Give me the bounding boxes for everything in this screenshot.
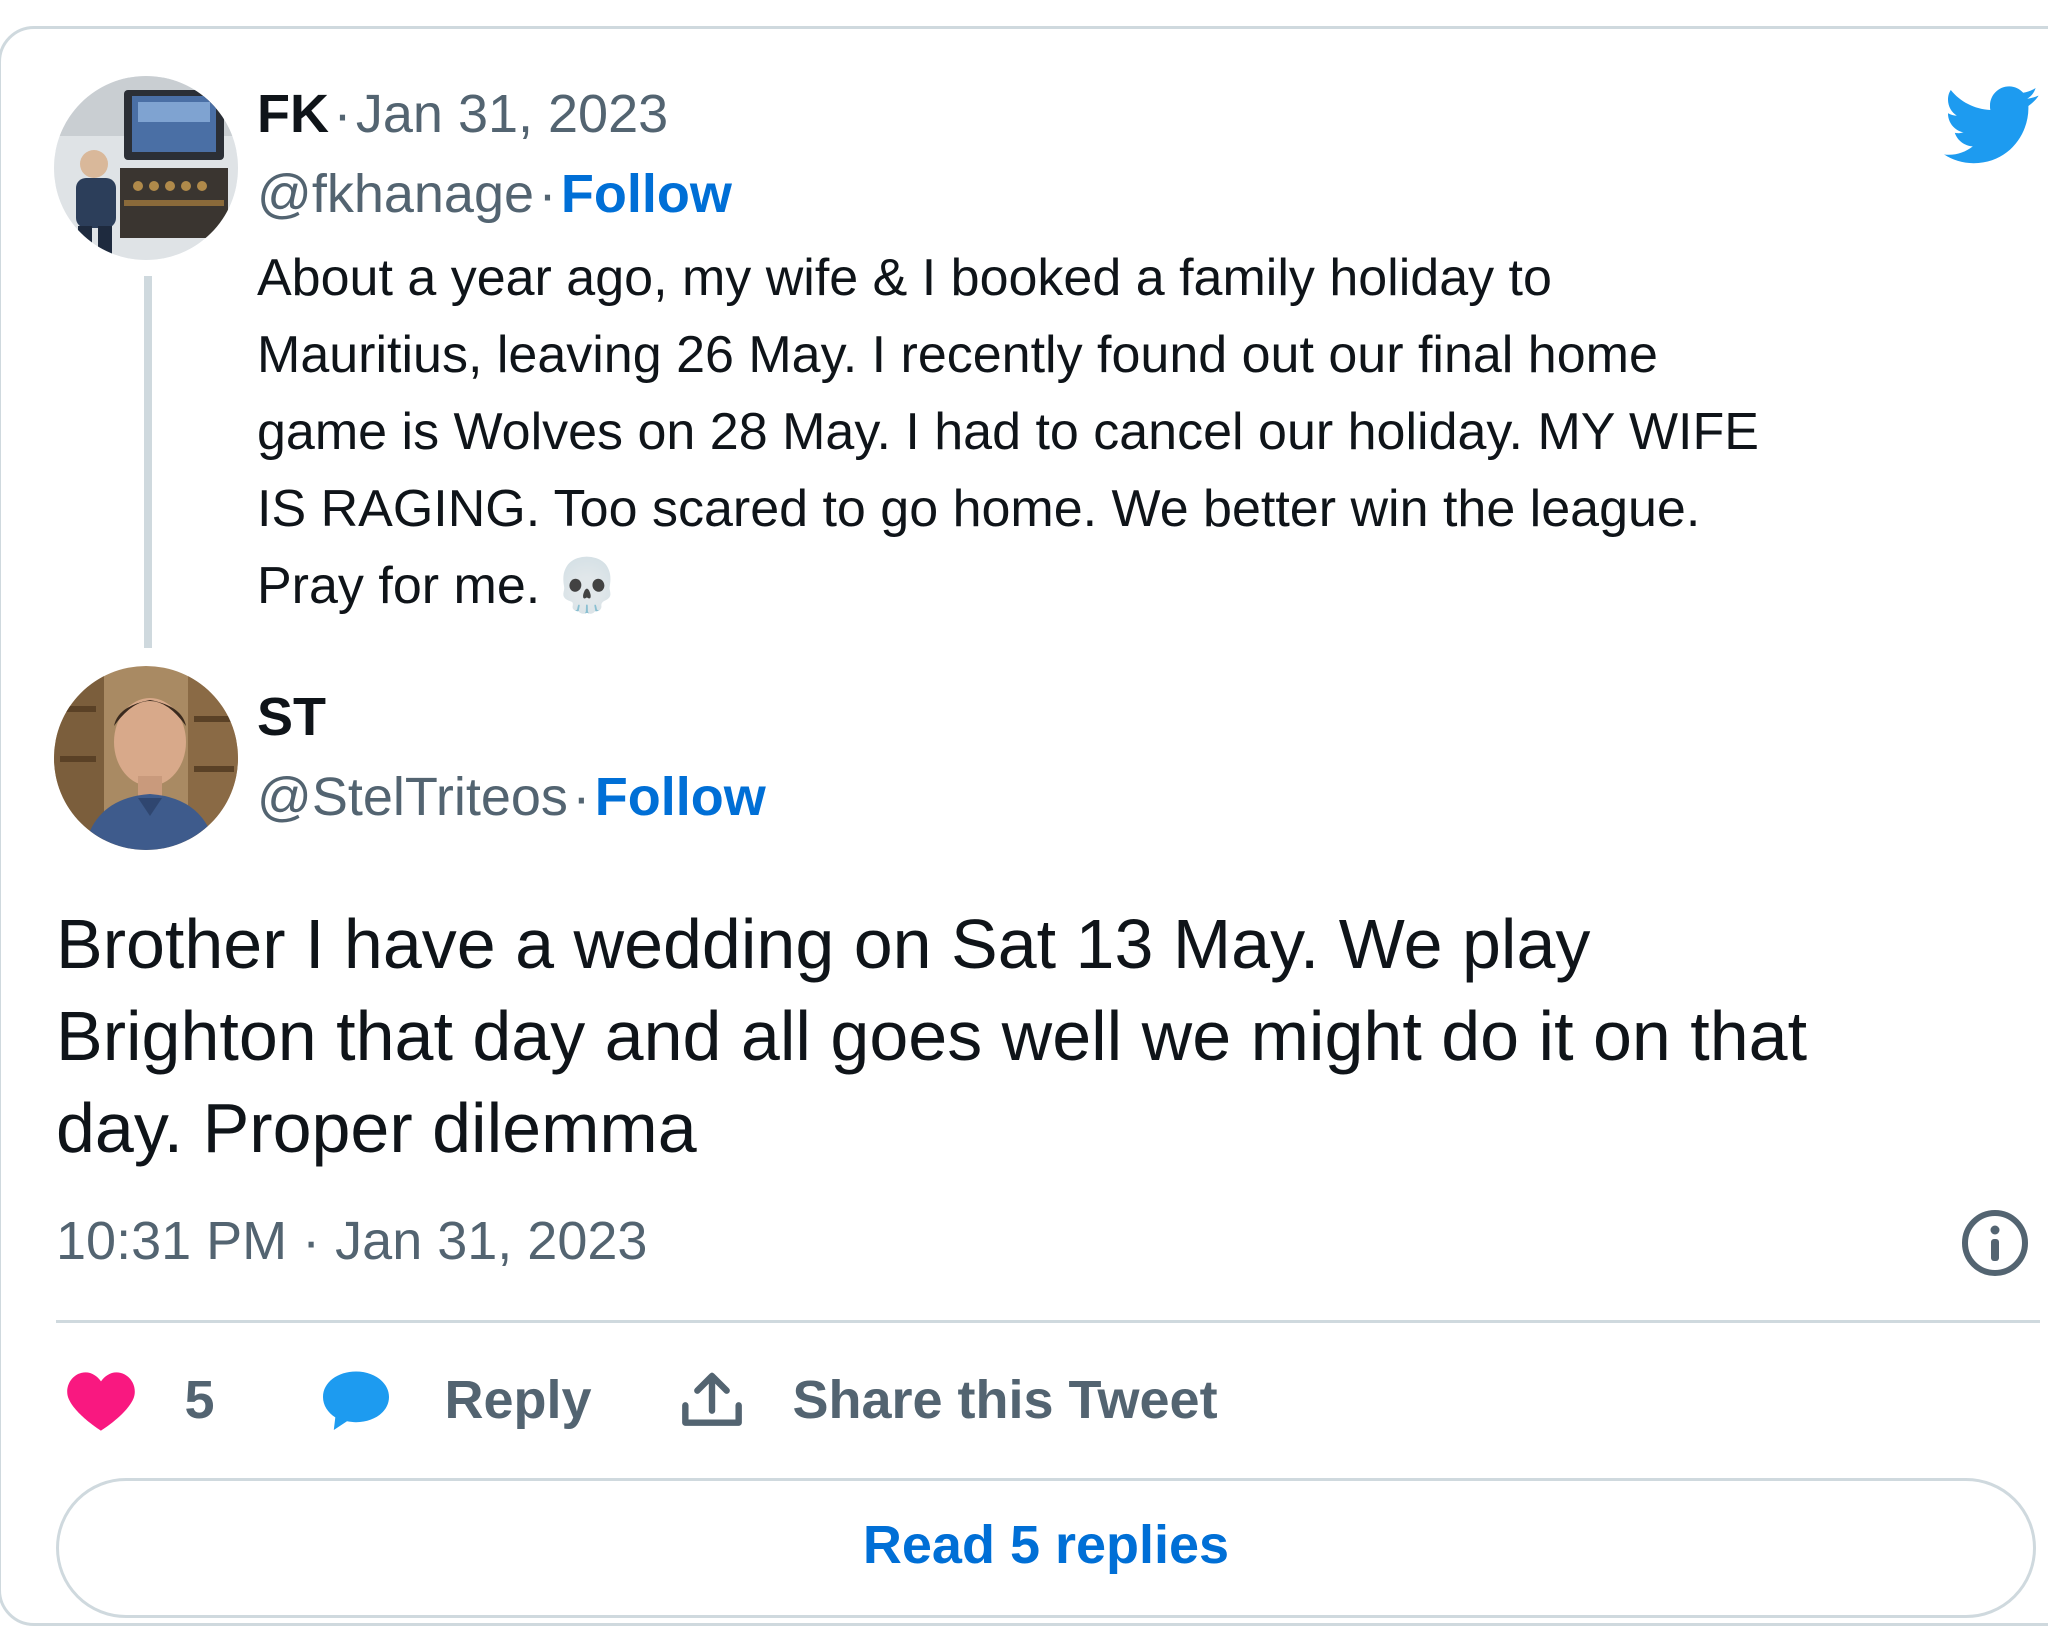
tweet-time[interactable]: 10:31 PM	[56, 1211, 287, 1271]
avatar-st-image	[54, 666, 238, 850]
avatar-fk-image	[54, 76, 238, 260]
main-tweet-handle-row: @StelTriteos · Follow	[257, 765, 766, 829]
reply-action[interactable]: Reply	[320, 1368, 592, 1432]
follow-button[interactable]: Follow	[595, 767, 766, 827]
avatar-fk[interactable]	[54, 76, 238, 260]
avatar-st[interactable]	[54, 666, 238, 850]
author-handle[interactable]: @StelTriteos	[257, 767, 568, 827]
tweet-date[interactable]: Jan 31, 2023	[356, 84, 668, 144]
separator-dot: ·	[333, 84, 352, 144]
read-replies-button[interactable]: Read 5 replies	[56, 1478, 2036, 1618]
actions-divider	[56, 1320, 2040, 1323]
share-upload-icon	[682, 1372, 742, 1426]
like-count: 5	[184, 1370, 215, 1430]
separator-dot: ·	[572, 767, 591, 827]
share-label: Share this Tweet	[792, 1370, 1218, 1430]
author-name[interactable]: FK	[257, 84, 329, 144]
twitter-bird-icon[interactable]	[1944, 86, 2040, 166]
main-tweet-header: ST	[257, 685, 326, 749]
parent-tweet-text: About a year ago, my wife & I booked a f…	[257, 249, 1759, 615]
separator-dot: ·	[538, 164, 557, 224]
main-tweet-text: Brother I have a wedding on Sat 13 May. …	[56, 905, 1808, 1167]
reply-label: Reply	[444, 1370, 592, 1430]
like-action[interactable]: 5	[66, 1368, 215, 1432]
separator-dot: ·	[302, 1211, 321, 1271]
thread-connector-line	[144, 276, 152, 648]
heart-icon	[67, 1372, 135, 1431]
author-name[interactable]: ST	[257, 687, 326, 747]
parent-tweet-header: FK · Jan 31, 2023	[257, 82, 668, 146]
parent-tweet-handle-row: @fkhanage · Follow	[257, 162, 732, 226]
share-action[interactable]: Share this Tweet	[680, 1368, 1218, 1432]
info-icon[interactable]	[1960, 1208, 2030, 1278]
reply-bubble-icon	[323, 1371, 389, 1430]
tweet-timestamp[interactable]: 10:31 PM · Jan 31, 2023	[56, 1206, 647, 1276]
read-replies-label: Read 5 replies	[862, 1515, 1230, 1575]
author-handle[interactable]: @fkhanage	[257, 164, 534, 224]
tweet-date[interactable]: Jan 31, 2023	[335, 1211, 647, 1271]
follow-button[interactable]: Follow	[561, 164, 732, 224]
